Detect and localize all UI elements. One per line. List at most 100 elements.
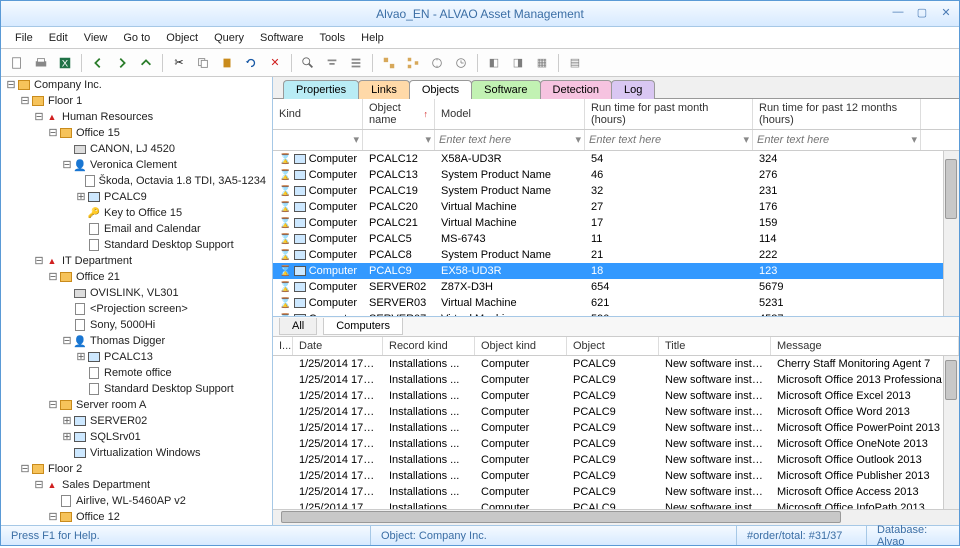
grid-row[interactable]: ⌛ComputerPCALC5MS-674311114 bbox=[273, 231, 959, 247]
maximize-button[interactable]: ▢ bbox=[913, 5, 931, 19]
column-header[interactable]: I... bbox=[273, 337, 293, 355]
menu-view[interactable]: View bbox=[76, 30, 116, 46]
log-row[interactable]: 1/25/2014 17:29Installations ...Computer… bbox=[273, 356, 959, 372]
tree-node[interactable]: ⊟Floor 1 bbox=[1, 93, 272, 109]
paste-button[interactable] bbox=[216, 52, 238, 74]
tree-node[interactable]: ⊟👤Veronica Clement bbox=[1, 157, 272, 173]
grid-row[interactable]: ⌛ComputerSERVER07Virtual Machine5904587 bbox=[273, 311, 959, 316]
tab-objects[interactable]: Objects bbox=[409, 80, 472, 99]
bottom-tab-computers[interactable]: Computers bbox=[323, 318, 403, 335]
tab-detection[interactable]: Detection bbox=[540, 80, 612, 99]
tree-node[interactable]: Škoda, Octavia 1.8 TDI, 3A5-1234 bbox=[1, 173, 272, 189]
tab-log[interactable]: Log bbox=[611, 80, 655, 99]
tree-node[interactable]: OVISLINK, VL301 bbox=[1, 285, 272, 301]
expander-icon[interactable]: ⊟ bbox=[61, 334, 73, 348]
menu-file[interactable]: File bbox=[7, 30, 41, 46]
column-header[interactable]: Date bbox=[293, 337, 383, 355]
tool3-button[interactable]: ▦ bbox=[531, 52, 553, 74]
tree-node[interactable]: ⊟Company Inc. bbox=[1, 77, 272, 93]
tree-node[interactable]: ⊟Server room A bbox=[1, 397, 272, 413]
expander-icon[interactable]: ⊟ bbox=[19, 462, 31, 476]
objects-grid[interactable]: KindObject name↑ModelRun time for past m… bbox=[273, 99, 959, 317]
tab-software[interactable]: Software bbox=[471, 80, 540, 99]
column-header[interactable]: Run time for past 12 months (hours) bbox=[753, 99, 921, 129]
copy-button[interactable] bbox=[192, 52, 214, 74]
expander-icon[interactable]: ⊟ bbox=[5, 78, 17, 92]
filter-cell[interactable]: ▾ bbox=[753, 130, 921, 150]
grid-row[interactable]: ⌛ComputerPCALC13System Product Name46276 bbox=[273, 167, 959, 183]
new-button[interactable] bbox=[6, 52, 28, 74]
tree1-button[interactable] bbox=[378, 52, 400, 74]
tree-node[interactable]: Airlive, WL-5460AP v2 bbox=[1, 493, 272, 509]
expander-icon[interactable]: ⊟ bbox=[47, 126, 59, 140]
column-header[interactable]: Object kind bbox=[475, 337, 567, 355]
tree-node[interactable]: Virtualization Windows bbox=[1, 445, 272, 461]
tool4-button[interactable]: ▤ bbox=[564, 52, 586, 74]
grid-row[interactable]: ⌛ComputerPCALC21Virtual Machine17159 bbox=[273, 215, 959, 231]
expander-icon[interactable]: ⊞ bbox=[75, 190, 87, 204]
expander-icon[interactable]: ⊟ bbox=[47, 398, 59, 412]
log-row[interactable]: 1/25/2014 17:29Installations ...Computer… bbox=[273, 388, 959, 404]
tool1-button[interactable]: ◧ bbox=[483, 52, 505, 74]
column-header[interactable]: Object bbox=[567, 337, 659, 355]
top-grid-scrollbar[interactable] bbox=[943, 151, 959, 316]
log-row[interactable]: 1/25/2014 17:29Installations ...Computer… bbox=[273, 468, 959, 484]
filter2-button[interactable] bbox=[345, 52, 367, 74]
grid-row[interactable]: ⌛ComputerPCALC8System Product Name21222 bbox=[273, 247, 959, 263]
tree-node[interactable]: ⊟Office 21 bbox=[1, 269, 272, 285]
expander-icon[interactable]: ⊞ bbox=[75, 350, 87, 364]
bottom-grid-scrollbar[interactable] bbox=[943, 356, 959, 509]
log-row[interactable]: 1/25/2014 17:29Installations ...Computer… bbox=[273, 452, 959, 468]
log-row[interactable]: 1/25/2014 17:29Installations ...Computer… bbox=[273, 436, 959, 452]
tree-node[interactable]: ⊞PCALC13 bbox=[1, 349, 272, 365]
print-button[interactable] bbox=[30, 52, 52, 74]
column-header[interactable]: Model bbox=[435, 99, 585, 129]
menu-query[interactable]: Query bbox=[206, 30, 252, 46]
tree-node[interactable]: Email and Calendar bbox=[1, 221, 272, 237]
expander-icon[interactable]: ⊟ bbox=[61, 158, 73, 172]
filter-cell[interactable]: ▾ bbox=[435, 130, 585, 150]
filter-icon[interactable]: ▾ bbox=[575, 133, 581, 146]
filter-icon[interactable]: ▾ bbox=[353, 133, 359, 146]
grid-row[interactable]: ⌛ComputerSERVER03Virtual Machine6215231 bbox=[273, 295, 959, 311]
grid-row[interactable]: ⌛ComputerPCALC20Virtual Machine27176 bbox=[273, 199, 959, 215]
tree-node[interactable]: Remote office bbox=[1, 365, 272, 381]
tree-node[interactable]: Standard Desktop Support bbox=[1, 381, 272, 397]
log-grid[interactable]: I...DateRecord kindObject kindObjectTitl… bbox=[273, 337, 959, 525]
grid-row[interactable]: ⌛ComputerPCALC12X58A-UD3R54324 bbox=[273, 151, 959, 167]
expander-icon[interactable]: ⊞ bbox=[61, 430, 73, 444]
tree-node[interactable]: CANON, LJ 4520 bbox=[1, 141, 272, 157]
excel-export-button[interactable]: X bbox=[54, 52, 76, 74]
expander-icon[interactable]: ⊟ bbox=[33, 254, 45, 268]
log-row[interactable]: 1/25/2014 17:29Installations ...Computer… bbox=[273, 484, 959, 500]
column-header[interactable]: Kind bbox=[273, 99, 363, 129]
tree-node[interactable]: ⊟👤Thomas Digger bbox=[1, 333, 272, 349]
tree-node[interactable]: ⊟▲IT Department bbox=[1, 253, 272, 269]
tab-links[interactable]: Links bbox=[358, 80, 410, 99]
log-row[interactable]: 1/25/2014 17:29Installations ...Computer… bbox=[273, 500, 959, 509]
expander-icon[interactable]: ⊟ bbox=[47, 510, 59, 524]
tree-node[interactable]: <Projection screen> bbox=[1, 301, 272, 317]
cut-button[interactable]: ✂ bbox=[168, 52, 190, 74]
bottom-grid-hscrollbar[interactable] bbox=[273, 509, 959, 525]
tree-node[interactable]: ⊟Office 12 bbox=[1, 509, 272, 525]
tree-node[interactable]: ⊟▲Human Resources bbox=[1, 109, 272, 125]
forward-button[interactable] bbox=[111, 52, 133, 74]
filter-icon[interactable]: ▾ bbox=[425, 133, 431, 146]
menu-tools[interactable]: Tools bbox=[311, 30, 353, 46]
tree-node[interactable]: ⊟▲Sales Department bbox=[1, 477, 272, 493]
log-row[interactable]: 1/25/2014 17:29Installations ...Computer… bbox=[273, 372, 959, 388]
log-row[interactable]: 1/25/2014 17:29Installations ...Computer… bbox=[273, 420, 959, 436]
tree-node[interactable]: ⊟Office 15 bbox=[1, 125, 272, 141]
expander-icon[interactable]: ⊟ bbox=[47, 270, 59, 284]
grid-row[interactable]: ⌛ComputerSERVER02Z87X-D3H6545679 bbox=[273, 279, 959, 295]
tree2-button[interactable] bbox=[402, 52, 424, 74]
expander-icon[interactable]: ⊟ bbox=[33, 110, 45, 124]
menu-object[interactable]: Object bbox=[158, 30, 206, 46]
column-header[interactable]: Run time for past month (hours) bbox=[585, 99, 753, 129]
tree-node[interactable]: Sony, 5000Hi bbox=[1, 317, 272, 333]
filter-input[interactable] bbox=[753, 134, 920, 146]
menu-software[interactable]: Software bbox=[252, 30, 311, 46]
expander-icon[interactable]: ⊞ bbox=[61, 414, 73, 428]
menu-goto[interactable]: Go to bbox=[115, 30, 158, 46]
